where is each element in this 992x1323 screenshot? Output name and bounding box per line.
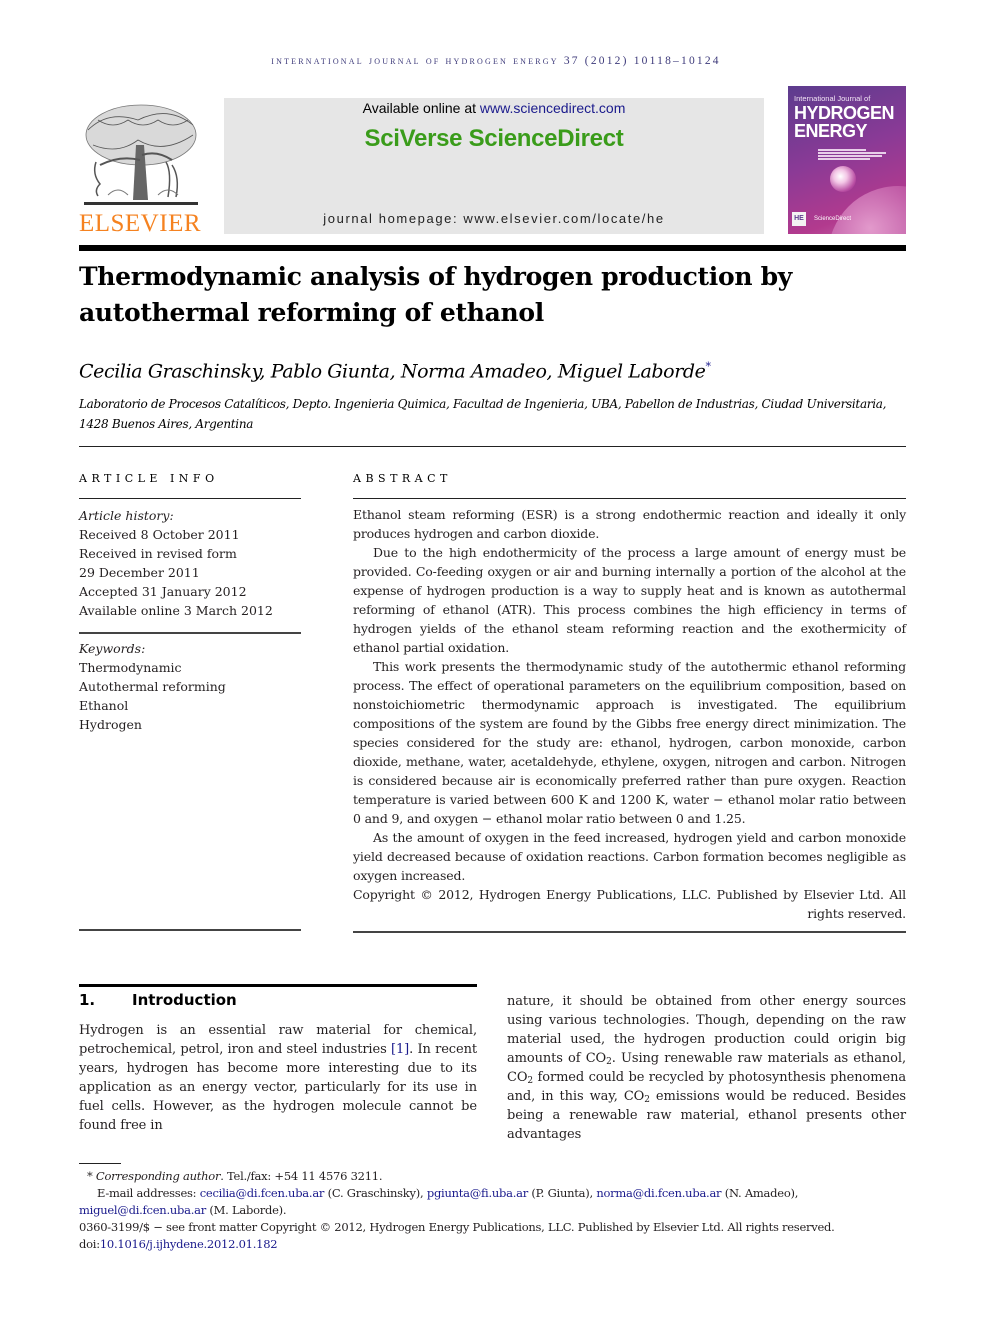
- footnotes: * Corresponding author. Tel./fax: +54 11…: [79, 1168, 906, 1253]
- telephone-text: . Tel./fax: +54 11 4576 3211.: [220, 1169, 383, 1183]
- section-number: 1.: [79, 991, 96, 1009]
- keywords-divider: [79, 632, 301, 634]
- email-owner: (N. Amadeo),: [721, 1186, 799, 1200]
- affiliation-divider: [79, 446, 906, 447]
- cover-arc-graphic: [828, 186, 906, 234]
- abstract-divider: [353, 498, 906, 499]
- keywords-label: Keywords:: [79, 641, 146, 656]
- email-owner: (P. Giunta),: [528, 1186, 597, 1200]
- cover-sciencedirect-mark: ScienceDirect: [814, 216, 852, 222]
- history-item: Received in revised form: [79, 546, 237, 561]
- email-owner: (C. Graschinsky),: [324, 1186, 427, 1200]
- article-history-label: Article history:: [79, 508, 174, 523]
- citation-link[interactable]: [1]: [391, 1042, 409, 1057]
- article-info-divider: [79, 498, 301, 499]
- email-link[interactable]: miguel@di.fcen.uba.ar: [79, 1203, 206, 1217]
- email-label: E-mail addresses:: [97, 1186, 200, 1200]
- article-info-heading: ARTICLE INFO: [79, 472, 219, 485]
- abstract-body: Ethanol steam reforming (ESR) is a stron…: [353, 505, 906, 923]
- authors-text: Cecilia Graschinsky, Pablo Giunta, Norma…: [79, 360, 706, 383]
- author-list: Cecilia Graschinsky, Pablo Giunta, Norma…: [79, 360, 906, 382]
- article-title: Thermodynamic analysis of hydrogen produ…: [79, 262, 793, 327]
- abstract-paragraph: As the amount of oxygen in the feed incr…: [353, 830, 906, 883]
- abstract-paragraph: Ethanol steam reforming (ESR) is a stron…: [353, 507, 906, 541]
- keyword-item: Thermodynamic: [79, 660, 182, 675]
- header-divider: [79, 245, 906, 251]
- abstract-heading: ABSTRACT: [353, 472, 452, 485]
- corresponding-author-mark[interactable]: *: [706, 360, 712, 373]
- journal-cover-image: International Journal of HYDROGEN ENERGY…: [788, 86, 906, 234]
- keywords: Keywords: Thermodynamic Autothermal refo…: [79, 639, 301, 734]
- history-item: Received 8 October 2011: [79, 527, 240, 542]
- section-title: Introduction: [132, 991, 237, 1009]
- keyword-item: Hydrogen: [79, 717, 142, 732]
- intro-paragraph: nature, it should be obtained from other…: [507, 992, 906, 1144]
- keyword-item: Autothermal reforming: [79, 679, 226, 694]
- email-link[interactable]: norma@di.fcen.uba.ar: [596, 1186, 721, 1200]
- sciverse-sciencedirect-logo: SciVerse ScienceDirect: [364, 125, 624, 152]
- keyword-item: Ethanol: [79, 698, 129, 713]
- doi-label: doi:: [79, 1237, 100, 1251]
- affiliation: Laboratorio de Procesos Catalíticos, Dep…: [79, 397, 887, 431]
- corresponding-author-note: * Corresponding author. Tel./fax: +54 11…: [79, 1168, 906, 1185]
- history-item: Available online 3 March 2012: [79, 603, 273, 618]
- cover-orb-graphic: [830, 166, 856, 192]
- email-addresses: E-mail addresses: cecilia@di.fcen.uba.ar…: [79, 1185, 906, 1219]
- journal-homepage-link[interactable]: journal homepage: www.elsevier.com/locat…: [224, 211, 764, 226]
- email-link[interactable]: cecilia@di.fcen.uba.ar: [200, 1186, 325, 1200]
- intro-left-column: Hydrogen is an essential raw material fo…: [79, 1021, 477, 1135]
- available-online-prefix: Available online at: [362, 100, 480, 116]
- cover-editors-text: [818, 148, 898, 161]
- intro-right-column: nature, it should be obtained from other…: [507, 992, 906, 1144]
- section-heading-introduction: 1. Introduction: [79, 991, 479, 1009]
- email-owner: (M. Laborde).: [205, 1203, 287, 1217]
- intro-divider: [79, 984, 477, 987]
- abstract-paragraph: This work presents the thermodynamic stu…: [353, 659, 906, 826]
- elsevier-wordmark: ELSEVIER: [78, 210, 202, 237]
- cover-he-badge: HE: [792, 212, 806, 226]
- running-head: International Journal of Hydrogen Energy…: [271, 55, 721, 67]
- footnote-mark: *: [87, 1169, 93, 1183]
- corresponding-author-label: Corresponding author: [95, 1169, 221, 1183]
- intro-paragraph: Hydrogen is an essential raw material fo…: [79, 1021, 477, 1135]
- article-info-bottom-divider: [79, 929, 301, 931]
- footnote-divider: [79, 1163, 121, 1164]
- history-item: 29 December 2011: [79, 565, 200, 580]
- email-link[interactable]: pgiunta@fi.uba.ar: [427, 1186, 528, 1200]
- article-history: Article history: Received 8 October 2011…: [79, 506, 301, 620]
- cover-top-line: International Journal of: [794, 94, 871, 103]
- cover-title-line1: HYDROGEN: [794, 103, 895, 123]
- abstract-copyright: Copyright © 2012, Hydrogen Energy Public…: [353, 887, 906, 921]
- abstract-paragraph: Due to the high endothermicity of the pr…: [353, 545, 906, 655]
- abstract-bottom-divider: [353, 931, 906, 933]
- cover-title-line2: ENERGY: [794, 121, 868, 141]
- history-item: Accepted 31 January 2012: [79, 584, 247, 599]
- doi-link[interactable]: 10.1016/j.ijhydene.2012.01.182: [100, 1237, 278, 1251]
- available-online-text: Available online at www.sciencedirect.co…: [224, 100, 764, 116]
- doi-line: doi:10.1016/j.ijhydene.2012.01.182: [79, 1236, 906, 1253]
- sciencedirect-link[interactable]: www.sciencedirect.com: [480, 100, 626, 116]
- front-matter-note: 0360-3199/$ − see front matter Copyright…: [79, 1220, 835, 1234]
